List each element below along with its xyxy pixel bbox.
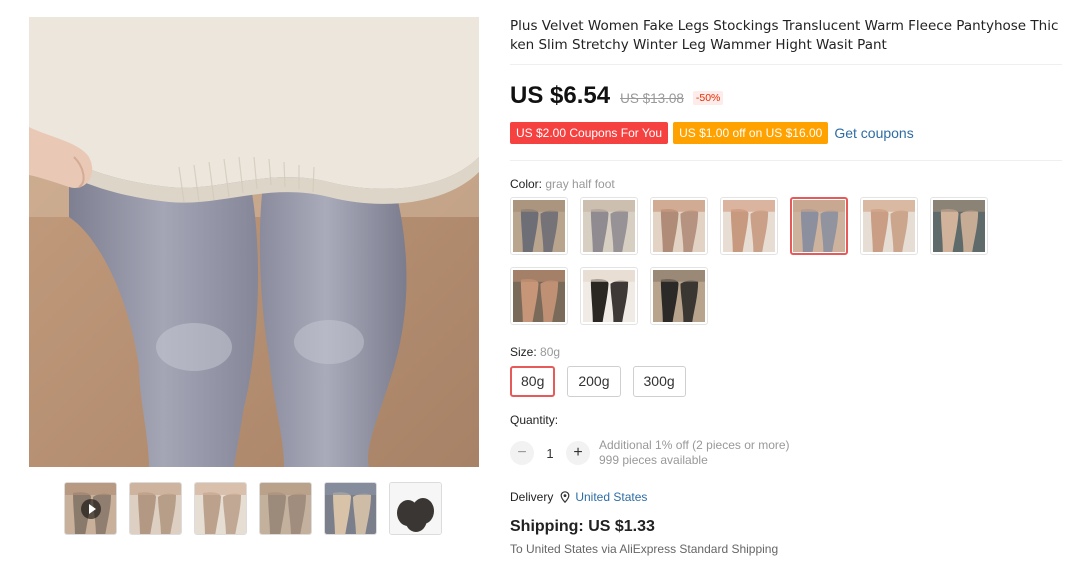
stocking-thumbnail-image (793, 200, 845, 252)
color-selector: Color: gray half foot (510, 177, 1062, 337)
location-pin-icon (560, 491, 570, 503)
delivery-location-link[interactable]: United States (575, 490, 647, 504)
thumbnail-strip (64, 482, 442, 535)
gallery-thumbnail[interactable] (324, 482, 377, 535)
gallery-thumbnail[interactable] (64, 482, 117, 535)
color-swatch[interactable] (580, 267, 638, 325)
size-option-80g[interactable]: 80g (510, 366, 556, 397)
stocking-thumbnail-image (513, 200, 565, 252)
shipping-method: To United States via AliExpress Standard… (510, 542, 779, 556)
gallery-thumbnail[interactable] (389, 482, 442, 535)
size-option-list: 80g 200g 300g (510, 366, 1062, 397)
bulk-discount-note: Additional 1% off (2 pieces or more) (599, 438, 790, 452)
color-swatch[interactable] (860, 197, 918, 255)
delivery-label: Delivery (510, 490, 554, 504)
color-swatch[interactable] (650, 267, 708, 325)
current-price: US $6.54 (510, 82, 611, 109)
quantity-section: Quantity: − + Additional 1% off (2 piece… (510, 413, 1062, 468)
quantity-increase-button[interactable]: + (566, 441, 590, 465)
gallery-thumbnail[interactable] (259, 482, 312, 535)
color-label-text: Color: (510, 177, 546, 191)
size-label: Size: 80g (510, 345, 1062, 359)
stock-available-note: 999 pieces available (599, 453, 708, 467)
video-play-icon[interactable] (81, 499, 101, 519)
quantity-label: Quantity: (510, 413, 559, 427)
quantity-stepper: − + Additional 1% off (2 pieces or more)… (510, 438, 1062, 468)
price-row: US $6.54 US $13.08 -50% (510, 82, 1062, 110)
quantity-decrease-button[interactable]: − (510, 441, 534, 465)
shipping-price: Shipping: US $1.33 (510, 518, 655, 535)
stocking-thumbnail-image (653, 200, 705, 252)
product-info: Plus Velvet Women Fake Legs Stockings Tr… (510, 17, 1062, 556)
color-swatch[interactable] (510, 267, 568, 325)
size-option-200g[interactable]: 200g (567, 366, 621, 397)
stocking-thumbnail-image (933, 200, 985, 252)
gallery-thumbnail[interactable] (194, 482, 247, 535)
quantity-notes: Additional 1% off (2 pieces or more) 999… (599, 438, 790, 468)
color-swatch[interactable] (930, 197, 988, 255)
selected-color-value: gray half foot (545, 177, 615, 191)
stocking-thumbnail-image (583, 270, 635, 322)
quantity-input[interactable] (534, 441, 566, 465)
stocking-thumbnail-image (513, 270, 565, 322)
color-label: Color: gray half foot (510, 177, 1062, 191)
color-swatch[interactable] (580, 197, 638, 255)
main-product-image[interactable] (29, 17, 479, 467)
color-swatch[interactable] (720, 197, 778, 255)
color-swatch[interactable] (650, 197, 708, 255)
stocking-thumbnail-image (653, 270, 705, 322)
coupon-row: US $2.00 Coupons For You US $1.00 off on… (510, 122, 1062, 161)
get-coupons-link[interactable]: Get coupons (834, 125, 913, 141)
product-title: Plus Velvet Women Fake Legs Stockings Tr… (510, 17, 1062, 65)
gallery-thumbnail[interactable] (129, 482, 182, 535)
original-price: US $13.08 (620, 91, 684, 106)
size-option-300g[interactable]: 300g (632, 366, 686, 397)
size-label-text: Size: (510, 345, 541, 359)
color-swatch[interactable] (510, 197, 568, 255)
stocking-thumbnail-image (863, 200, 915, 252)
store-coupon-badge[interactable]: US $2.00 Coupons For You (510, 122, 669, 144)
color-swatch-list (510, 197, 1000, 337)
size-selector: Size: 80g 80g 200g 300g (510, 345, 1062, 397)
stocking-thumbnail-image (583, 200, 635, 252)
selected-size-value: 80g (540, 345, 561, 359)
color-swatch[interactable] (790, 197, 848, 255)
select-coupon-badge[interactable]: US $1.00 off on US $16.00 (673, 122, 829, 144)
stocking-thumbnail-image (723, 200, 775, 252)
discount-badge: -50% (692, 91, 724, 105)
delivery-row: Delivery United States (510, 490, 1062, 504)
